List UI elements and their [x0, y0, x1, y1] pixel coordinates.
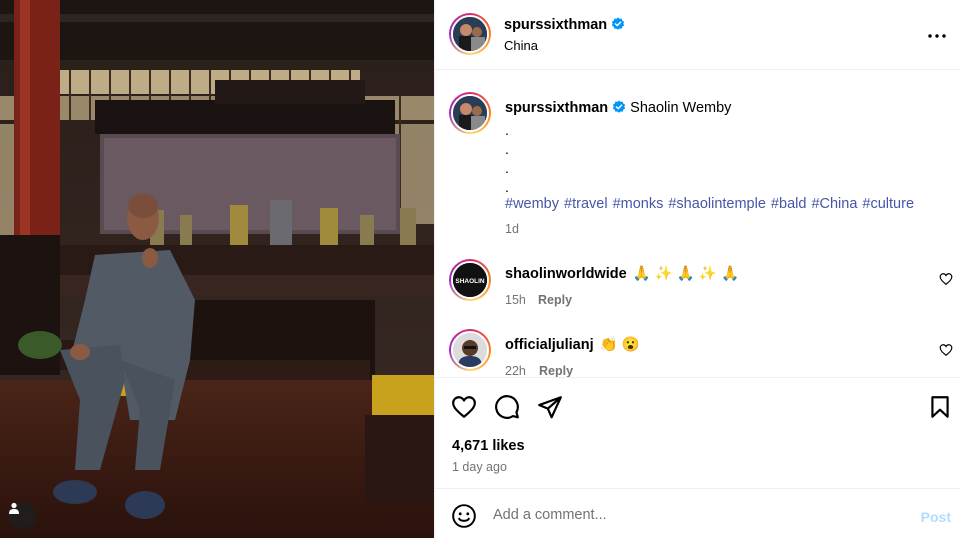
- caption-text: Shaolin Wemby: [630, 100, 732, 116]
- post-timestamp[interactable]: 1 day ago: [452, 460, 507, 474]
- reply-button[interactable]: Reply: [538, 293, 572, 307]
- comments-list[interactable]: spurssixthman Shaolin Wemby . . . . #wemb…: [435, 71, 960, 377]
- post-location[interactable]: China: [504, 38, 538, 53]
- user-tag-icon[interactable]: [8, 502, 36, 530]
- share-icon[interactable]: [537, 394, 563, 420]
- comment-line: officialjulianj 👏 😮: [505, 336, 640, 353]
- caption-dot: .: [505, 160, 509, 176]
- heart-icon[interactable]: [451, 394, 477, 420]
- commenter-avatar[interactable]: SHAOLIN: [449, 259, 491, 301]
- caption-dot: .: [505, 141, 509, 157]
- comment-username[interactable]: officialjulianj: [505, 337, 594, 353]
- comment-icon[interactable]: [494, 394, 520, 420]
- emoji-icon[interactable]: [451, 503, 477, 529]
- comment-time[interactable]: 15h: [505, 293, 526, 307]
- save-icon[interactable]: [927, 394, 953, 420]
- comment-text: 🙏 ✨ 🙏 ✨ 🙏: [632, 266, 740, 282]
- caption-line: spurssixthman Shaolin Wemby: [505, 100, 731, 116]
- comment-input[interactable]: [493, 504, 893, 526]
- more-options-icon[interactable]: [925, 24, 949, 48]
- post-header: spurssixthman China: [435, 0, 960, 70]
- comment-time[interactable]: 22h: [505, 364, 526, 377]
- comment-username[interactable]: shaolinworldwide: [505, 266, 627, 282]
- commenter-avatar[interactable]: [449, 329, 491, 371]
- caption-time[interactable]: 1d: [505, 222, 519, 236]
- verified-badge-icon: [612, 17, 625, 30]
- caption-author-avatar[interactable]: [449, 92, 491, 134]
- comment-composer: Post: [435, 488, 960, 538]
- post-comment-button[interactable]: Post: [921, 509, 951, 525]
- author-avatar[interactable]: [449, 13, 491, 55]
- photo-scene: [0, 0, 434, 538]
- caption-dot: .: [505, 179, 509, 195]
- author-username[interactable]: spurssixthman: [504, 17, 607, 33]
- comment-text: 👏 😮: [599, 337, 640, 353]
- comment-like-heart-icon[interactable]: [939, 272, 953, 286]
- comment-line: shaolinworldwide 🙏 ✨ 🙏 ✨ 🙏: [505, 265, 739, 282]
- like-count[interactable]: 4,671 likes: [452, 438, 525, 454]
- post-photo[interactable]: [0, 0, 434, 538]
- post-side-panel: spurssixthman China spurssixthman Shaolin…: [434, 0, 960, 538]
- shaolin-logo-text: SHAOLIN: [455, 278, 485, 285]
- caption-username[interactable]: spurssixthman: [505, 100, 608, 116]
- caption-hashtags[interactable]: #wemby #travel #monks #shaolintemple #ba…: [505, 196, 914, 212]
- comment-like-heart-icon[interactable]: [939, 343, 953, 357]
- post-actions: 4,671 likes 1 day ago: [435, 377, 960, 487]
- caption-dot: .: [505, 122, 509, 138]
- author-name-row: spurssixthman: [504, 16, 625, 34]
- verified-badge-icon: [613, 100, 626, 113]
- reply-button[interactable]: Reply: [539, 364, 573, 377]
